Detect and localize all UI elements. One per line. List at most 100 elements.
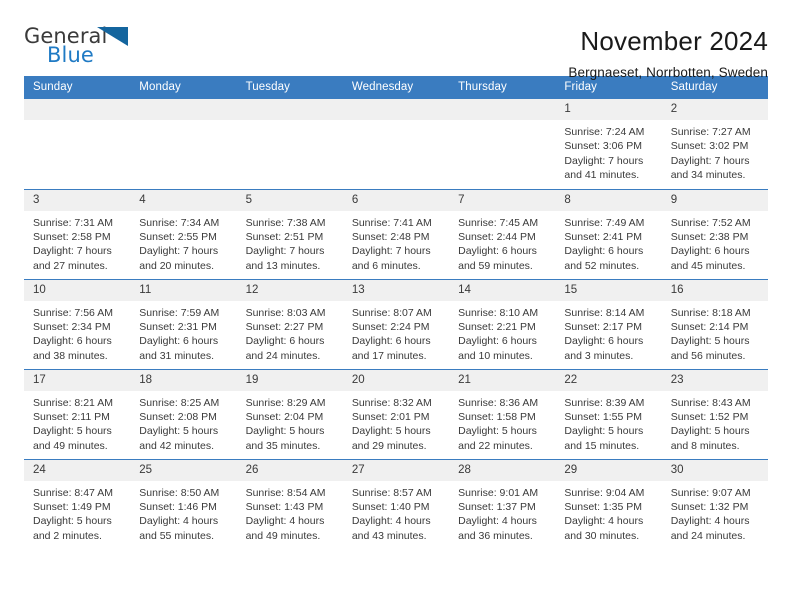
calendar-day-cell[interactable]: 16 Sunrise: 8:18 AM Sunset: 2:14 PM Dayligh…	[661, 278, 768, 369]
daylight-text-line2: and 35 minutes.	[245, 439, 321, 452]
day-number: 10	[24, 279, 131, 301]
day-details: Sunrise: 8:47 AM Sunset: 1:49 PM Daylight:…	[24, 481, 130, 544]
daylight-text-line1: Daylight: 6 hours	[245, 335, 325, 348]
sunrise-text: Sunrise: 9:01 AM	[458, 486, 539, 499]
calendar-day-cell[interactable]: 5 Sunrise: 7:38 AM Sunset: 2:51 PM Daylight…	[236, 188, 343, 279]
brand-logo[interactable]: General Blue	[24, 24, 136, 72]
calendar-day-cell[interactable]: 1 Sunrise: 7:24 AM Sunset: 3:06 PM Daylight…	[555, 99, 662, 189]
day-number: 19	[236, 369, 343, 391]
day-number	[130, 99, 237, 120]
day-number: 21	[449, 369, 556, 391]
day-details: Sunrise: 8:57 AM Sunset: 1:40 PM Daylight:…	[343, 481, 449, 544]
calendar-day-cell[interactable]: 2 Sunrise: 7:27 AM Sunset: 3:02 PM Daylight…	[661, 99, 768, 189]
sunrise-text: Sunrise: 7:38 AM	[245, 216, 326, 229]
day-number: 18	[130, 369, 237, 391]
calendar-day-cell[interactable]: 7 Sunrise: 7:45 AM Sunset: 2:44 PM Daylight…	[449, 188, 556, 279]
daylight-text-line1: Daylight: 7 hours	[245, 245, 325, 258]
day-number: 3	[24, 189, 131, 211]
day-number: 24	[24, 459, 131, 481]
day-number: 26	[236, 459, 343, 481]
calendar-day-cell[interactable]: 25 Sunrise: 8:50 AM Sunset: 1:46 PM Dayligh…	[130, 458, 237, 549]
calendar-day-cell[interactable]: 10 Sunrise: 7:56 AM Sunset: 2:34 PM Dayligh…	[24, 278, 131, 369]
calendar-day-cell[interactable]: 3 Sunrise: 7:31 AM Sunset: 2:58 PM Daylight…	[24, 188, 131, 279]
daylight-text-line1: Daylight: 4 hours	[351, 515, 431, 528]
daylight-text-line1: Daylight: 5 hours	[670, 335, 750, 348]
day-number: 22	[555, 369, 662, 391]
calendar-day-cell[interactable]: 15 Sunrise: 8:14 AM Sunset: 2:17 PM Dayligh…	[555, 278, 662, 369]
calendar-day-cell[interactable]: 11 Sunrise: 7:59 AM Sunset: 2:31 PM Dayligh…	[130, 278, 237, 369]
calendar-page: General Blue November 2024 Bergnaeset, N…	[0, 0, 792, 612]
calendar-day-cell[interactable]: 30 Sunrise: 9:07 AM Sunset: 1:32 PM Dayligh…	[661, 458, 768, 549]
day-number: 13	[342, 279, 450, 301]
daylight-text-line1: Daylight: 6 hours	[351, 335, 431, 348]
day-details: Sunrise: 8:25 AM Sunset: 2:08 PM Daylight:…	[130, 391, 236, 454]
location-subtitle: Bergnaeset, Norrbotten, Sweden	[568, 65, 768, 80]
calendar-cell-empty	[449, 99, 556, 189]
daylight-text-line2: and 42 minutes.	[139, 439, 214, 452]
daylight-text-line1: Daylight: 7 hours	[564, 154, 644, 167]
sunset-text: Sunset: 2:17 PM	[564, 320, 643, 333]
calendar-day-cell[interactable]: 28 Sunrise: 9:01 AM Sunset: 1:37 PM Dayligh…	[449, 458, 556, 549]
sunrise-text: Sunrise: 8:43 AM	[670, 396, 751, 409]
daylight-text-line1: Daylight: 4 hours	[139, 515, 219, 528]
calendar-day-cell[interactable]: 8 Sunrise: 7:49 AM Sunset: 2:41 PM Daylight…	[555, 188, 662, 279]
daylight-text-line2: and 43 minutes.	[351, 529, 427, 542]
calendar-day-cell[interactable]: 18 Sunrise: 8:25 AM Sunset: 2:08 PM Dayligh…	[130, 368, 237, 459]
sunset-text: Sunset: 2:21 PM	[458, 320, 536, 333]
calendar-day-cell[interactable]: 12 Sunrise: 8:03 AM Sunset: 2:27 PM Dayligh…	[236, 278, 343, 369]
sunset-text: Sunset: 2:14 PM	[670, 320, 749, 333]
day-number: 6	[342, 189, 450, 211]
daylight-text-line1: Daylight: 4 hours	[245, 515, 325, 528]
sunrise-text: Sunrise: 7:52 AM	[670, 216, 751, 229]
calendar-day-cell[interactable]: 19 Sunrise: 8:29 AM Sunset: 2:04 PM Dayligh…	[236, 368, 343, 459]
day-number: 20	[342, 369, 450, 391]
calendar-table: Sunday Monday Tuesday Wednesday Thursday…	[24, 76, 768, 549]
calendar-day-cell[interactable]: 24 Sunrise: 8:47 AM Sunset: 1:49 PM Dayligh…	[24, 458, 131, 549]
sunset-text: Sunset: 2:51 PM	[245, 230, 324, 243]
page-header: General Blue November 2024 Bergnaeset, N…	[24, 0, 768, 80]
sunset-text: Sunset: 3:02 PM	[670, 140, 749, 153]
daylight-text-line2: and 24 minutes.	[670, 529, 746, 542]
daylight-text-line2: and 34 minutes.	[670, 169, 746, 182]
sunrise-text: Sunrise: 8:18 AM	[670, 306, 751, 319]
calendar-day-cell[interactable]: 13 Sunrise: 8:07 AM Sunset: 2:24 PM Dayligh…	[342, 278, 450, 369]
calendar-day-cell[interactable]: 21 Sunrise: 8:36 AM Sunset: 1:58 PM Dayligh…	[449, 368, 556, 459]
day-number: 7	[449, 189, 556, 211]
sunrise-text: Sunrise: 8:03 AM	[245, 306, 326, 319]
day-details: Sunrise: 7:59 AM Sunset: 2:31 PM Daylight:…	[130, 301, 236, 364]
daylight-text-line1: Daylight: 5 hours	[670, 425, 750, 438]
calendar-day-cell[interactable]: 22 Sunrise: 8:39 AM Sunset: 1:55 PM Dayligh…	[555, 368, 662, 459]
sunset-text: Sunset: 2:44 PM	[458, 230, 536, 243]
calendar-day-cell[interactable]: 14 Sunrise: 8:10 AM Sunset: 2:21 PM Dayligh…	[449, 278, 556, 369]
calendar-day-cell[interactable]: 23 Sunrise: 8:43 AM Sunset: 1:52 PM Dayligh…	[661, 368, 768, 459]
day-number	[342, 99, 450, 120]
sunset-text: Sunset: 2:38 PM	[670, 230, 749, 243]
calendar-day-cell[interactable]: 9 Sunrise: 7:52 AM Sunset: 2:38 PM Daylight…	[661, 188, 768, 279]
calendar-day-cell[interactable]: 29 Sunrise: 9:04 AM Sunset: 1:35 PM Dayligh…	[555, 458, 662, 549]
daylight-text-line1: Daylight: 4 hours	[670, 515, 750, 528]
sunset-text: Sunset: 2:58 PM	[33, 230, 111, 243]
daylight-text-line1: Daylight: 4 hours	[564, 515, 644, 528]
day-details: Sunrise: 8:18 AM Sunset: 2:14 PM Daylight:…	[662, 301, 768, 364]
calendar-day-cell[interactable]: 20 Sunrise: 8:32 AM Sunset: 2:01 PM Dayligh…	[342, 368, 450, 459]
sunset-text: Sunset: 2:41 PM	[564, 230, 643, 243]
calendar-day-cell[interactable]: 4 Sunrise: 7:34 AM Sunset: 2:55 PM Daylight…	[130, 188, 237, 279]
calendar-day-cell[interactable]: 26 Sunrise: 8:54 AM Sunset: 1:43 PM Dayligh…	[236, 458, 343, 549]
day-details: Sunrise: 9:01 AM Sunset: 1:37 PM Daylight:…	[449, 481, 555, 544]
weekday-header-sunday: Sunday	[24, 76, 131, 99]
sunset-text: Sunset: 1:52 PM	[670, 410, 749, 423]
sunrise-text: Sunrise: 9:04 AM	[564, 486, 645, 499]
day-details: Sunrise: 7:38 AM Sunset: 2:51 PM Daylight:…	[237, 211, 343, 274]
calendar-week-row: 3 Sunrise: 7:31 AM Sunset: 2:58 PM Daylight…	[24, 188, 768, 279]
calendar-week-row: 24 Sunrise: 8:47 AM Sunset: 1:49 PM Dayligh…	[24, 458, 768, 549]
calendar-day-cell[interactable]: 17 Sunrise: 8:21 AM Sunset: 2:11 PM Dayligh…	[24, 368, 131, 459]
calendar-cell-empty	[24, 99, 131, 189]
day-details: Sunrise: 8:36 AM Sunset: 1:58 PM Daylight:…	[449, 391, 555, 454]
calendar-day-cell[interactable]: 27 Sunrise: 8:57 AM Sunset: 1:40 PM Dayligh…	[342, 458, 450, 549]
calendar-cell-empty	[236, 99, 343, 189]
brand-name-blue: Blue	[47, 43, 94, 67]
sunset-text: Sunset: 1:32 PM	[670, 500, 749, 513]
daylight-text-line1: Daylight: 6 hours	[139, 335, 219, 348]
calendar-day-cell[interactable]: 6 Sunrise: 7:41 AM Sunset: 2:48 PM Daylight…	[342, 188, 450, 279]
sunset-text: Sunset: 1:55 PM	[564, 410, 643, 423]
